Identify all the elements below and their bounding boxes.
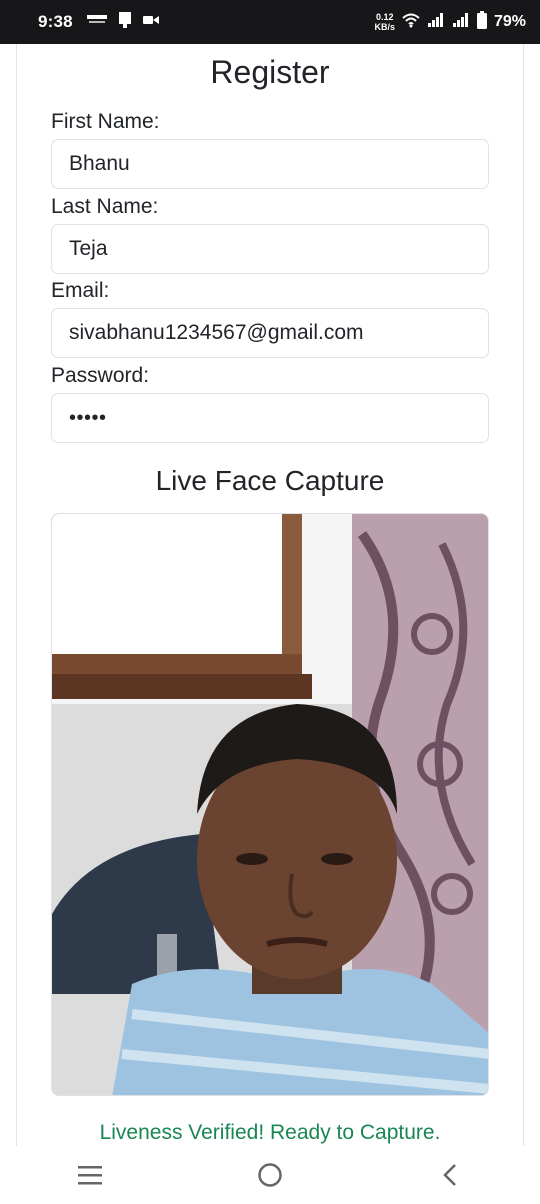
battery-icon bbox=[476, 10, 487, 34]
first-name-label: First Name: bbox=[51, 110, 160, 133]
signal-icon bbox=[452, 12, 470, 33]
video-camera-icon bbox=[142, 13, 159, 31]
net-speed-unit: KB/s bbox=[374, 22, 395, 32]
back-icon[interactable] bbox=[420, 1155, 480, 1195]
last-name-label: Last Name: bbox=[51, 195, 159, 218]
live-face-capture-title: Live Face Capture bbox=[155, 465, 385, 496]
first-name-value: Bhanu bbox=[69, 152, 130, 175]
password-input[interactable]: ••••• bbox=[51, 393, 489, 443]
system-nav-bar bbox=[0, 1146, 540, 1204]
sim-card-icon bbox=[117, 11, 133, 34]
password-label: Password: bbox=[51, 364, 150, 387]
camera-preview[interactable] bbox=[51, 513, 489, 1096]
password-value: ••••• bbox=[69, 406, 107, 429]
signal-icon bbox=[427, 12, 445, 33]
last-name-value: Teja bbox=[69, 237, 108, 260]
wifi-icon bbox=[402, 12, 420, 33]
email-label: Email: bbox=[51, 279, 110, 302]
home-icon[interactable] bbox=[240, 1155, 300, 1195]
camera-frame-image bbox=[52, 514, 488, 1095]
email-value: sivabhanu1234567@gmail.com bbox=[69, 321, 364, 344]
paytm-notification-icon bbox=[86, 13, 107, 31]
net-speed-value: 0.12 bbox=[375, 12, 394, 22]
status-time: 9:38 bbox=[38, 12, 73, 31]
page-title: Register bbox=[210, 54, 330, 90]
net-speed: 0.12 KB/s bbox=[374, 12, 395, 32]
status-bar: 9:38 0.12 KB/s 79% bbox=[0, 0, 540, 44]
first-name-input[interactable]: Bhanu bbox=[51, 139, 489, 189]
recent-apps-icon[interactable] bbox=[60, 1155, 120, 1195]
liveness-status-message: Liveness Verified! Ready to Capture. bbox=[99, 1121, 441, 1144]
battery-percent: 79% bbox=[493, 13, 526, 30]
email-input[interactable]: sivabhanu1234567@gmail.com bbox=[51, 308, 489, 358]
last-name-input[interactable]: Teja bbox=[51, 224, 489, 274]
